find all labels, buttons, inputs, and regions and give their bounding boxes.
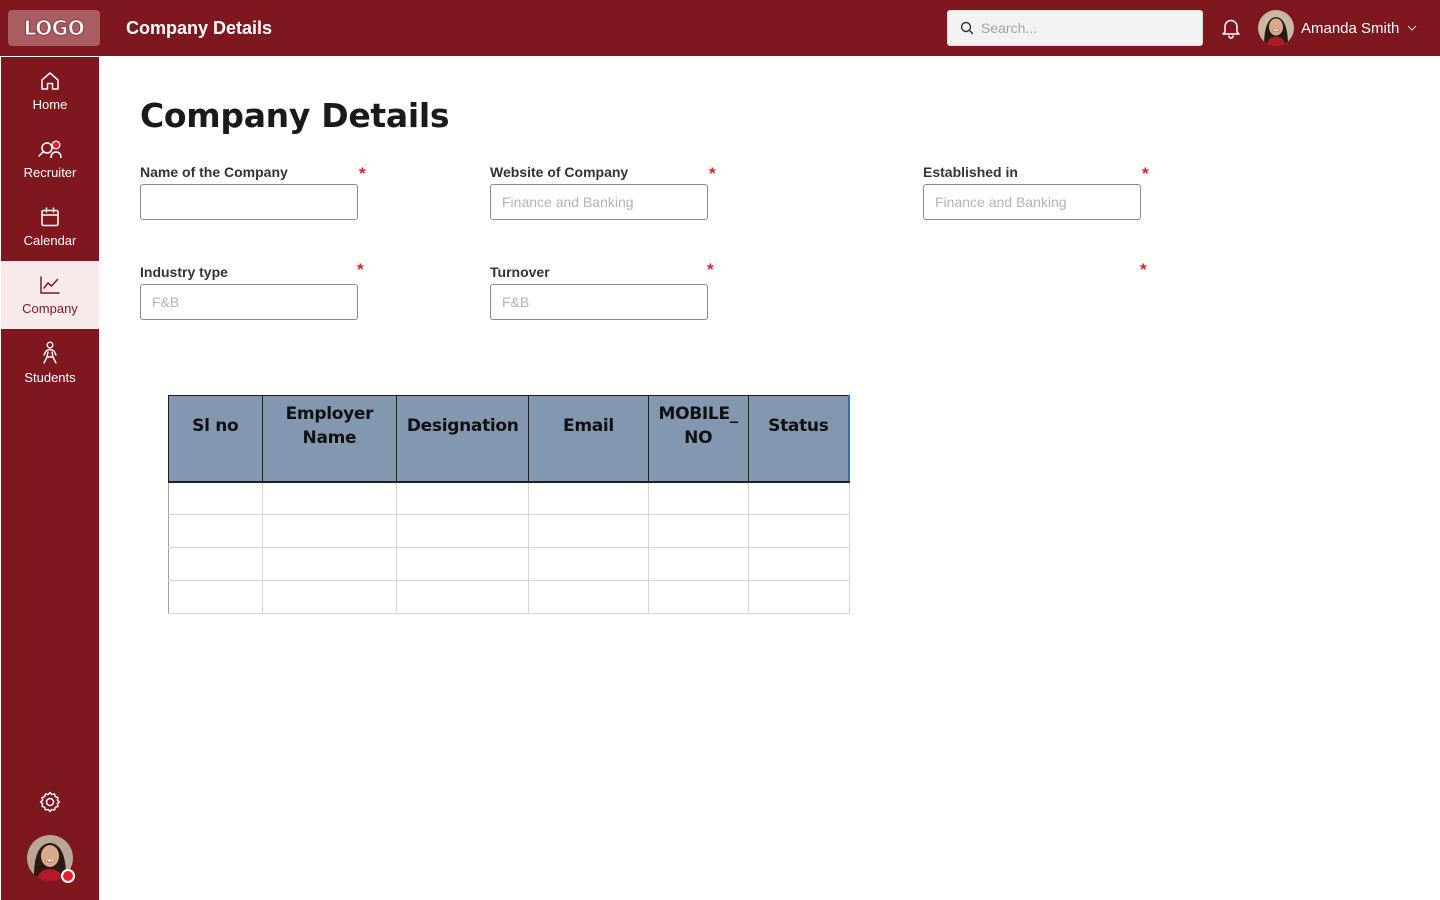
table-cell[interactable] bbox=[261, 580, 398, 614]
table-row bbox=[168, 547, 850, 581]
table-row bbox=[168, 514, 850, 548]
website-input[interactable] bbox=[490, 184, 708, 220]
required-mark: * bbox=[1140, 260, 1147, 279]
website-label: Website of Company bbox=[490, 164, 629, 180]
required-mark: * bbox=[1142, 164, 1149, 183]
sidebar: Home Recruiter Calendar Company Students bbox=[1, 57, 99, 900]
table-cell[interactable] bbox=[168, 514, 263, 548]
home-icon bbox=[41, 72, 59, 90]
table-cell[interactable] bbox=[396, 547, 530, 581]
sidebar-item-home[interactable]: Home bbox=[1, 57, 99, 125]
recruiter-icon bbox=[38, 140, 62, 159]
user-avatar bbox=[1258, 10, 1294, 46]
required-mark: * bbox=[357, 260, 364, 279]
calendar-icon bbox=[41, 207, 59, 227]
table-cell[interactable] bbox=[647, 580, 749, 614]
column-header-status[interactable]: Status bbox=[747, 395, 850, 483]
table-cell[interactable] bbox=[168, 481, 263, 515]
turnover-input[interactable] bbox=[490, 284, 708, 320]
sidebar-item-label: Home bbox=[32, 97, 68, 112]
chart-line-icon bbox=[40, 276, 60, 294]
required-mark: * bbox=[709, 164, 716, 183]
employer-table: Sl no Employer Name Designation Email MO… bbox=[168, 395, 850, 614]
table-cell[interactable] bbox=[747, 580, 850, 614]
table-cell[interactable] bbox=[747, 481, 850, 515]
profile-avatar[interactable] bbox=[27, 835, 75, 883]
turnover-label: Turnover bbox=[490, 264, 550, 280]
established-label: Established in bbox=[923, 164, 1018, 180]
table-cell[interactable] bbox=[528, 547, 649, 581]
sidebar-item-recruiter[interactable]: Recruiter bbox=[1, 125, 99, 193]
logo[interactable]: LOGO bbox=[8, 10, 100, 46]
established-input[interactable] bbox=[923, 184, 1141, 220]
sidebar-item-label: Company bbox=[22, 301, 78, 316]
table-cell[interactable] bbox=[528, 481, 649, 515]
table-cell[interactable] bbox=[168, 580, 263, 614]
sidebar-item-company[interactable]: Company bbox=[1, 261, 99, 329]
sidebar-item-calendar[interactable]: Calendar bbox=[1, 193, 99, 261]
sidebar-item-label: Recruiter bbox=[23, 165, 77, 180]
sidebar-item-students[interactable]: Students bbox=[1, 329, 99, 397]
column-header-sl-no[interactable]: Sl no bbox=[168, 395, 263, 483]
required-mark: * bbox=[707, 260, 714, 279]
sidebar-item-label: Students bbox=[24, 370, 76, 385]
user-menu[interactable]: Amanda Smith bbox=[1258, 10, 1417, 46]
column-header-email[interactable]: Email bbox=[528, 395, 649, 483]
table-cell[interactable] bbox=[647, 547, 749, 581]
required-mark: * bbox=[359, 164, 366, 183]
table-cell[interactable] bbox=[396, 514, 530, 548]
status-indicator bbox=[61, 869, 75, 883]
table-cell[interactable] bbox=[168, 547, 263, 581]
table-cell[interactable] bbox=[647, 514, 749, 548]
industry-type-label: Industry type bbox=[140, 264, 228, 280]
table-header-row: Sl no Employer Name Designation Email MO… bbox=[168, 395, 850, 483]
table-cell[interactable] bbox=[747, 547, 850, 581]
column-header-employer-name[interactable]: Employer Name bbox=[261, 395, 398, 483]
table-cell[interactable] bbox=[261, 547, 398, 581]
table-cell[interactable] bbox=[396, 481, 530, 515]
industry-type-input[interactable] bbox=[140, 284, 358, 320]
table-cell[interactable] bbox=[261, 514, 398, 548]
table-cell[interactable] bbox=[747, 514, 850, 548]
gear-icon[interactable] bbox=[38, 790, 62, 814]
sidebar-item-label: Calendar bbox=[23, 233, 77, 248]
search-box[interactable] bbox=[947, 10, 1203, 46]
search-icon bbox=[960, 21, 974, 35]
student-icon bbox=[43, 341, 57, 364]
table-row bbox=[168, 580, 850, 614]
search-input[interactable] bbox=[981, 20, 1181, 36]
user-name: Amanda Smith bbox=[1301, 19, 1400, 37]
table-cell[interactable] bbox=[647, 481, 749, 515]
chevron-down-icon[interactable] bbox=[1407, 25, 1417, 31]
table-cell[interactable] bbox=[396, 580, 530, 614]
table-cell[interactable] bbox=[261, 481, 398, 515]
page-title: Company Details bbox=[140, 96, 450, 135]
column-header-designation[interactable]: Designation bbox=[396, 395, 530, 483]
top-bar: LOGO Company Details Amanda Smith bbox=[0, 0, 1440, 56]
table-cell[interactable] bbox=[528, 514, 649, 548]
company-name-label: Name of the Company bbox=[140, 164, 288, 180]
table-cell[interactable] bbox=[528, 580, 649, 614]
notification-bell-icon[interactable] bbox=[1220, 17, 1242, 39]
company-name-input[interactable] bbox=[140, 184, 358, 220]
table-row bbox=[168, 481, 850, 515]
logo-text: LOGO bbox=[23, 16, 85, 41]
header-title: Company Details bbox=[126, 18, 273, 38]
column-header-mobile-no[interactable]: MOBILE_ NO bbox=[647, 395, 749, 483]
